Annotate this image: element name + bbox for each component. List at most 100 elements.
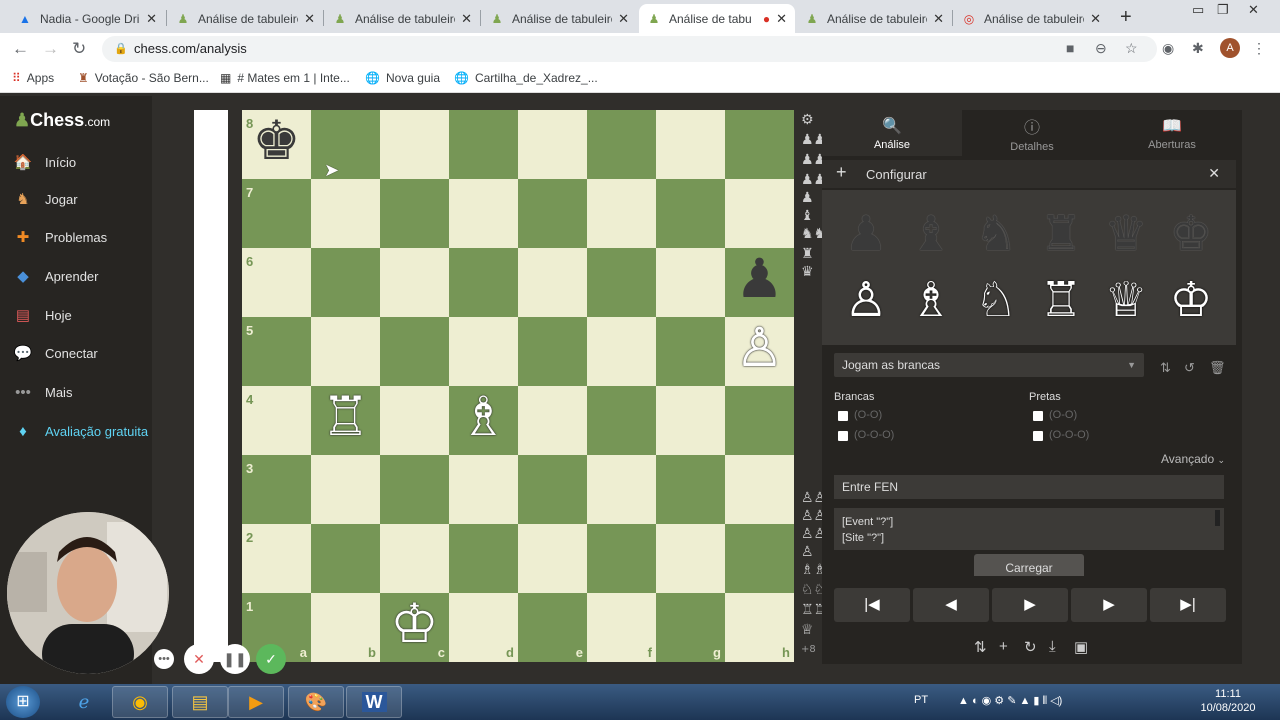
load-button[interactable]: Carregar bbox=[974, 554, 1084, 576]
white-king-piece[interactable]: ♔ bbox=[1161, 270, 1221, 330]
square-e3[interactable] bbox=[518, 455, 587, 524]
sidebar-item-today[interactable]: ▤ Hoje bbox=[12, 303, 72, 327]
square-b1[interactable]: b bbox=[311, 593, 380, 662]
square-a6[interactable]: 6 bbox=[242, 248, 311, 317]
white-knight-piece[interactable]: ♘ bbox=[966, 270, 1026, 330]
zoom-icon[interactable]: ⊖ bbox=[1095, 40, 1107, 57]
tab-details[interactable]: ⓘ Detalhes bbox=[962, 110, 1102, 156]
play-button[interactable]: ▶ bbox=[992, 588, 1068, 622]
config-header[interactable]: + Configurar ✕ bbox=[822, 160, 1236, 188]
square-a7[interactable]: 7 bbox=[242, 179, 311, 248]
flip-board-icon[interactable]: ⇅ bbox=[974, 638, 987, 656]
close-tab-icon[interactable]: ✕ bbox=[461, 11, 472, 27]
square-c3[interactable] bbox=[380, 455, 449, 524]
star-icon[interactable]: ☆ bbox=[1125, 40, 1138, 57]
sidebar-item-connect[interactable]: 💬 Conectar bbox=[12, 341, 98, 365]
first-move-button[interactable]: |◀ bbox=[834, 588, 910, 622]
paint-icon[interactable]: 🎨 bbox=[288, 686, 344, 718]
bookmark-item[interactable]: ▦ # Mates em 1 | Inte... bbox=[220, 71, 350, 85]
browser-tab[interactable]: ▲ Nadia - Google Dri ✕ bbox=[10, 4, 165, 33]
trash-icon[interactable]: 🗑 bbox=[1209, 360, 1226, 376]
square-f2[interactable] bbox=[587, 524, 656, 593]
restore-icon[interactable]: ❐ bbox=[1217, 2, 1229, 18]
white-rook-piece[interactable]: ♖ bbox=[1031, 270, 1091, 330]
chess-board[interactable]: 8 ♚ 7 6 ♟ 5 ♙ 4 ♖ ♗ 3 2 1 a b c ♔ d e f g h bbox=[242, 109, 794, 662]
square-f3[interactable] bbox=[587, 455, 656, 524]
square-c1[interactable]: c ♔ bbox=[380, 592, 449, 662]
square-b2[interactable] bbox=[311, 524, 380, 593]
square-c8[interactable] bbox=[380, 110, 449, 179]
tray-icons[interactable]: ▲ ◐ ◉ ⚙ ✎ ▲ ▮ ⫴ ◁) bbox=[958, 694, 1062, 708]
square-g6[interactable] bbox=[656, 248, 725, 317]
bookmark-apps[interactable]: ⠿ Apps bbox=[12, 71, 54, 85]
square-e5[interactable] bbox=[518, 317, 587, 386]
black-king-piece[interactable]: ♚ bbox=[1161, 204, 1221, 264]
cancel-recording-button[interactable]: ✕ bbox=[184, 644, 214, 674]
turn-select[interactable]: Jogam as brancas ▼ bbox=[834, 353, 1144, 377]
square-a2[interactable]: 2 bbox=[242, 524, 311, 593]
square-c4[interactable] bbox=[380, 386, 449, 455]
confirm-button[interactable]: ✓ bbox=[256, 644, 286, 674]
square-h6[interactable]: ♟ bbox=[725, 247, 794, 317]
square-b6[interactable] bbox=[311, 248, 380, 317]
square-g5[interactable] bbox=[656, 317, 725, 386]
square-c5[interactable] bbox=[380, 317, 449, 386]
black-rook-piece[interactable]: ♜ bbox=[1031, 204, 1091, 264]
square-a3[interactable]: 3 bbox=[242, 455, 311, 524]
piece-a8[interactable]: ♚ bbox=[242, 106, 311, 175]
square-c6[interactable] bbox=[380, 248, 449, 317]
chrome-icon[interactable]: ◉ bbox=[112, 686, 168, 718]
close-tab-icon[interactable]: ✕ bbox=[618, 11, 629, 27]
sidebar-item-home[interactable]: 🏠 Início bbox=[12, 150, 76, 174]
back-icon[interactable]: ← bbox=[12, 39, 29, 59]
fen-input[interactable]: Entre FEN bbox=[834, 475, 1224, 499]
sidebar-item-play[interactable]: ♞ Jogar bbox=[12, 187, 77, 211]
browser-tab[interactable]: ♟ Análise de tabuleiro ✕ bbox=[797, 4, 952, 33]
square-h8[interactable] bbox=[725, 110, 794, 179]
square-a4[interactable]: 4 bbox=[242, 386, 311, 455]
avatar[interactable]: A bbox=[1220, 38, 1240, 58]
pause-button[interactable]: ❚❚ bbox=[220, 644, 250, 674]
square-g7[interactable] bbox=[656, 179, 725, 248]
close-tab-icon[interactable]: ✕ bbox=[304, 11, 315, 27]
camera-icon[interactable]: ■ bbox=[1066, 40, 1074, 56]
square-g3[interactable] bbox=[656, 455, 725, 524]
browser-tab[interactable]: ♟ Análise de tabuleiro ✕ bbox=[325, 4, 480, 33]
black-knight-piece[interactable]: ♞ bbox=[966, 204, 1026, 264]
browser-tab[interactable]: ◎ Análise de tabuleiro ✕ bbox=[954, 4, 1109, 33]
system-clock[interactable]: 11:11 10/08/2020 bbox=[1200, 687, 1256, 715]
square-h3[interactable] bbox=[725, 455, 794, 524]
close-window-icon[interactable]: ✕ bbox=[1248, 2, 1259, 18]
square-f7[interactable] bbox=[587, 179, 656, 248]
square-f1[interactable]: f bbox=[587, 593, 656, 662]
white-queen-piece[interactable]: ♕ bbox=[1096, 270, 1156, 330]
square-f4[interactable] bbox=[587, 386, 656, 455]
url-input[interactable]: 🔒 chess.com/analysis bbox=[102, 36, 1157, 62]
square-b3[interactable] bbox=[311, 455, 380, 524]
piece-h6[interactable]: ♟ bbox=[725, 244, 794, 313]
flip-icon[interactable]: ⇅ bbox=[1160, 360, 1171, 376]
black-short-castle-checkbox[interactable] bbox=[1033, 411, 1043, 421]
piece-h5[interactable]: ♙ bbox=[725, 313, 794, 382]
square-h4[interactable] bbox=[725, 386, 794, 455]
square-a8[interactable]: 8 ♚ bbox=[242, 109, 311, 179]
pgn-textarea[interactable]: [Event "?"] [Site "?"] bbox=[834, 508, 1224, 550]
bookmark-item[interactable]: ♜ Votação - São Bern... bbox=[78, 71, 209, 85]
square-h2[interactable] bbox=[725, 524, 794, 593]
white-pawn-piece[interactable]: ♙ bbox=[836, 270, 896, 330]
black-bishop-piece[interactable]: ♝ bbox=[901, 204, 961, 264]
square-h7[interactable] bbox=[725, 179, 794, 248]
puzzle-extensions-icon[interactable]: ✱ bbox=[1192, 40, 1204, 57]
scrollbar[interactable] bbox=[1215, 510, 1220, 526]
close-tab-icon[interactable]: ✕ bbox=[776, 11, 787, 27]
new-tab-icon[interactable]: + bbox=[1120, 6, 1132, 29]
square-g8[interactable] bbox=[656, 110, 725, 179]
close-tab-icon[interactable]: ✕ bbox=[933, 11, 944, 27]
white-bishop-piece[interactable]: ♗ bbox=[901, 270, 961, 330]
last-move-button[interactable]: ▶| bbox=[1150, 588, 1226, 622]
square-g2[interactable] bbox=[656, 524, 725, 593]
reset-icon[interactable]: ↺ bbox=[1184, 360, 1195, 376]
square-d8[interactable] bbox=[449, 110, 518, 179]
square-b4[interactable]: ♖ bbox=[311, 385, 380, 455]
square-e8[interactable] bbox=[518, 110, 587, 179]
